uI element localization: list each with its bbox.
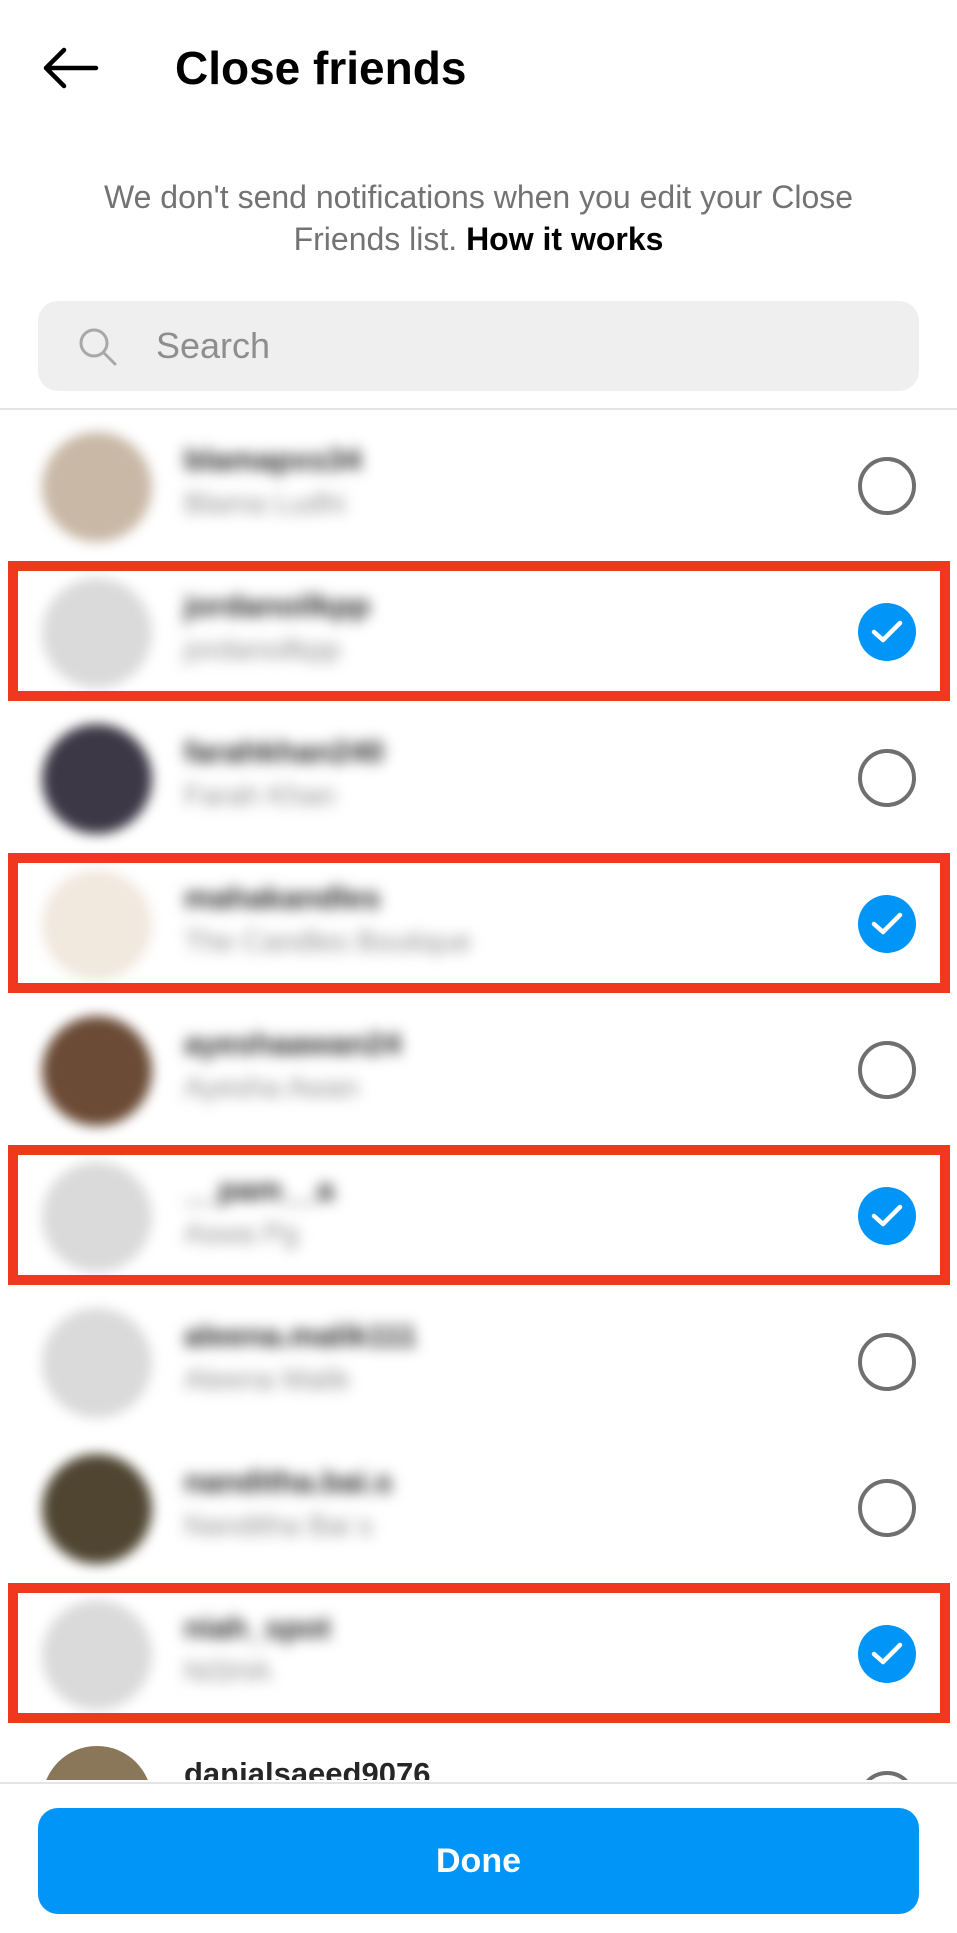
- avatar: [42, 1016, 152, 1126]
- close-friends-screen: Close friends We don't send notification…: [0, 0, 957, 1933]
- avatar: [42, 1308, 152, 1418]
- friend-row[interactable]: aleena.malik111 Aleena Malik: [0, 1286, 957, 1432]
- search-box[interactable]: [38, 301, 919, 391]
- friend-row[interactable]: ayeshaawan24 Ayesha Awan: [0, 994, 957, 1140]
- arrow-left-icon: [43, 47, 99, 89]
- friend-text: farahkhan240 Farah Khan: [184, 730, 784, 818]
- done-button[interactable]: Done: [38, 1808, 919, 1914]
- friend-text: aleena.malik111 Aleena Malik: [184, 1314, 784, 1402]
- avatar: [42, 724, 152, 834]
- friend-row[interactable]: jordanoilkpp jordanoilkpp: [0, 556, 957, 702]
- unchecked-icon[interactable]: [858, 1479, 916, 1537]
- page-title: Close friends: [175, 42, 467, 94]
- friend-row[interactable]: danialsaeed9076: [0, 1724, 957, 1780]
- friend-text: mahakandles The Candles Boutique: [184, 876, 784, 964]
- friend-username: danialsaeed9076: [184, 1756, 431, 1780]
- friend-row[interactable]: nanditha.bai.s Nanditha Bai s: [0, 1432, 957, 1578]
- checked-icon[interactable]: [858, 1625, 916, 1683]
- friend-fullname: Nanditha Bai s: [184, 1510, 373, 1542]
- unchecked-icon[interactable]: [858, 457, 916, 515]
- back-button[interactable]: [30, 38, 110, 98]
- friend-username: mahakandles: [184, 880, 381, 915]
- friend-fullname: Blama Ludhi: [184, 488, 346, 520]
- friend-fullname: Ayesha Awan: [184, 1072, 359, 1104]
- friend-row[interactable]: blamapxs34 Blama Ludhi: [0, 410, 957, 556]
- unchecked-icon[interactable]: [858, 749, 916, 807]
- friend-text: niah_spot NiSHA: [184, 1606, 784, 1694]
- friend-username: aleena.malik111: [184, 1318, 417, 1353]
- unchecked-icon[interactable]: [858, 1771, 916, 1780]
- friend-username: farahkhan240: [184, 734, 384, 769]
- friend-text: nanditha.bai.s Nanditha Bai s: [184, 1460, 784, 1548]
- friend-fullname: Aswa Pg: [184, 1218, 299, 1250]
- avatar: [42, 1746, 152, 1780]
- friend-row[interactable]: farahkhan240 Farah Khan: [0, 702, 957, 848]
- avatar: [42, 870, 152, 980]
- friend-list: blamapxs34 Blama Ludhi jordanoilkpp jordano…: [0, 410, 957, 1780]
- friend-text: blamapxs34 Blama Ludhi: [184, 438, 784, 526]
- friend-row[interactable]: mahakandles The Candles Boutique: [0, 848, 957, 994]
- how-it-works-link[interactable]: How it works: [466, 221, 663, 257]
- friend-username: ayeshaawan24: [184, 1026, 402, 1061]
- friend-row[interactable]: niah_spot NiSHA: [0, 1578, 957, 1724]
- friend-username: nanditha.bai.s: [184, 1464, 393, 1499]
- friend-text: __pam__a Aswa Pg: [184, 1168, 784, 1256]
- friend-fullname: The Candles Boutique: [184, 926, 471, 958]
- friend-fullname: Aleena Malik: [184, 1364, 351, 1396]
- search-input[interactable]: [156, 301, 896, 391]
- friend-text: jordanoilkpp jordanoilkpp: [184, 584, 784, 672]
- checked-icon[interactable]: [858, 895, 916, 953]
- friend-username: niah_spot: [184, 1610, 331, 1645]
- bottom-bar: Done: [0, 1782, 957, 1933]
- avatar: [42, 578, 152, 688]
- avatar: [42, 1454, 152, 1564]
- friend-username: blamapxs34: [184, 442, 362, 477]
- avatar: [42, 1162, 152, 1272]
- friend-username: jordanoilkpp: [184, 588, 370, 623]
- header: Close friends: [0, 0, 957, 140]
- info-text: We don't send notifications when you edi…: [60, 176, 897, 260]
- avatar: [42, 432, 152, 542]
- checked-icon[interactable]: [858, 603, 916, 661]
- friend-fullname: jordanoilkpp: [184, 634, 341, 666]
- unchecked-icon[interactable]: [858, 1041, 916, 1099]
- friend-username: __pam__a: [184, 1172, 334, 1207]
- unchecked-icon[interactable]: [858, 1333, 916, 1391]
- avatar: [42, 1600, 152, 1710]
- friend-text: danialsaeed9076: [184, 1752, 784, 1780]
- friend-row[interactable]: __pam__a Aswa Pg: [0, 1140, 957, 1286]
- checked-icon[interactable]: [858, 1187, 916, 1245]
- friend-fullname: NiSHA: [184, 1656, 272, 1688]
- friend-fullname: Farah Khan: [184, 780, 336, 812]
- search-icon: [79, 328, 117, 366]
- friend-text: ayeshaawan24 Ayesha Awan: [184, 1022, 784, 1110]
